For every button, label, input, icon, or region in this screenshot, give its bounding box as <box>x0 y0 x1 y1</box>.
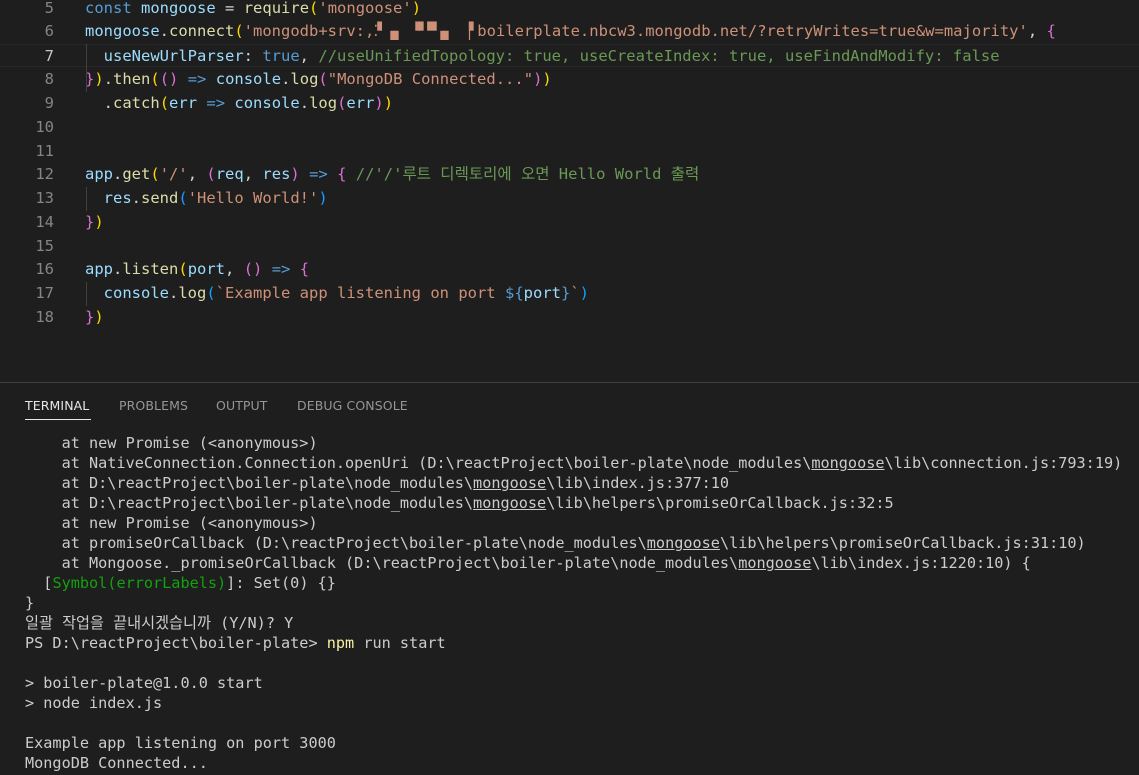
tab-debug-console[interactable]: DEBUG CONSOLE <box>297 398 408 413</box>
code-line-10[interactable]: 10 <box>0 116 1139 139</box>
tab-terminal[interactable]: TERMINAL <box>25 398 89 413</box>
bottom-panel: TERMINAL PROBLEMS OUTPUT DEBUG CONSOLE at n… <box>0 383 1139 775</box>
terminal-line: Example app listening on port 3000 <box>25 734 336 752</box>
line-number: 14 <box>35 213 54 231</box>
code-line-14[interactable]: 14}) <box>0 211 1139 234</box>
terminal-line: at new Promise (<anonymous>) <box>25 514 318 532</box>
code-line-12[interactable]: 12 app.get('/', (req, res) => { //'/'루트 디… <box>0 163 1139 186</box>
code-line-5[interactable]: 5 const mongoose = require('mongoose') <box>0 0 1139 20</box>
line-number: 17 <box>35 284 54 302</box>
line-number: 11 <box>35 142 54 160</box>
code-line-9[interactable]: 9 .catch(err => console.log(err)) <box>0 92 1139 115</box>
terminal-line: MongoDB Connected... <box>25 754 208 772</box>
active-tab-indicator <box>25 419 91 420</box>
code-text: }) <box>85 213 104 231</box>
line-number: 7 <box>44 47 54 65</box>
code-text: app.listen(port, () => { <box>85 260 310 278</box>
terminal-line: 일괄 작업을 끝내시겠습니까 (Y/N)? Y <box>25 614 294 632</box>
terminal-line: > node index.js <box>25 694 163 712</box>
indent-guide <box>86 187 87 211</box>
code-text: mongoose.connect('mongodb+srv:,⁚▘▗▖ ▝▘▀▗… <box>85 22 1056 40</box>
code-line-8[interactable]: 8 }).then(() => console.log("MongoDB Conn… <box>0 68 1139 91</box>
line-number: 10 <box>35 118 54 136</box>
code-text: app.get('/', (req, res) => { //'/'루트 디렉토… <box>85 165 700 183</box>
code-line-16[interactable]: 16 app.listen(port, () => { <box>0 258 1139 281</box>
tab-output[interactable]: OUTPUT <box>216 398 268 413</box>
terminal-line: at NativeConnection.Connection.openUri (… <box>25 454 1123 472</box>
code-text: useNewUrlParser: true, //useUnifiedTopol… <box>103 47 1000 65</box>
terminal-line: > boiler-plate@1.0.0 start <box>25 674 263 692</box>
line-number: 8 <box>44 70 54 88</box>
code-text: }) <box>85 308 104 326</box>
code-line-17[interactable]: 17 console.log(`Example app listening on… <box>0 282 1139 305</box>
terminal-output[interactable]: at new Promise (<anonymous>) at NativeCo… <box>25 433 1135 773</box>
indent-guide <box>86 282 87 306</box>
line-number: 9 <box>44 94 54 112</box>
code-line-7[interactable]: 7 useNewUrlParser: true, //useUnifiedTop… <box>0 44 1139 67</box>
code-text: res.send('Hello World!') <box>103 189 328 207</box>
line-number: 6 <box>44 22 54 40</box>
line-number: 12 <box>35 165 54 183</box>
terminal-line: [Symbol(errorLabels)]: Set(0) {} <box>25 574 336 592</box>
terminal-line: at promiseOrCallback (D:\reactProject\bo… <box>25 534 1086 552</box>
code-editor[interactable]: 5 const mongoose = require('mongoose') 6 mo… <box>0 0 1139 382</box>
line-number: 13 <box>35 189 54 207</box>
terminal-line: at D:\reactProject\boiler-plate\node_mod… <box>25 494 894 512</box>
line-number: 15 <box>35 237 54 255</box>
code-text: }).then(() => console.log("MongoDB Conne… <box>85 70 552 88</box>
code-line-18[interactable]: 18}) <box>0 306 1139 329</box>
code-line-11[interactable]: 11 <box>0 140 1139 163</box>
line-number: 5 <box>44 0 54 17</box>
terminal-line: at new Promise (<anonymous>) <box>25 434 318 452</box>
code-text: .catch(err => console.log(err)) <box>103 94 394 112</box>
terminal-line: PS D:\reactProject\boiler-plate> npm run… <box>25 634 446 652</box>
code-line-6[interactable]: 6 mongoose.connect('mongodb+srv:,⁚▘▗▖ ▝▘▀… <box>0 20 1139 43</box>
indent-guide <box>86 44 87 92</box>
code-line-15[interactable]: 15 <box>0 235 1139 258</box>
terminal-line: at D:\reactProject\boiler-plate\node_mod… <box>25 474 730 492</box>
code-line-13[interactable]: 13 res.send('Hello World!') <box>0 187 1139 210</box>
terminal-line: } <box>25 594 35 612</box>
code-text: console.log(`Example app listening on po… <box>103 284 590 302</box>
panel-tabs: TERMINAL PROBLEMS OUTPUT DEBUG CONSOLE <box>0 383 1139 423</box>
line-number: 16 <box>35 260 54 278</box>
code-text: const mongoose = require('mongoose') <box>85 0 422 17</box>
line-number: 18 <box>35 308 54 326</box>
terminal-line: at Mongoose._promiseOrCallback (D:\react… <box>25 554 1031 572</box>
tab-problems[interactable]: PROBLEMS <box>119 398 188 413</box>
